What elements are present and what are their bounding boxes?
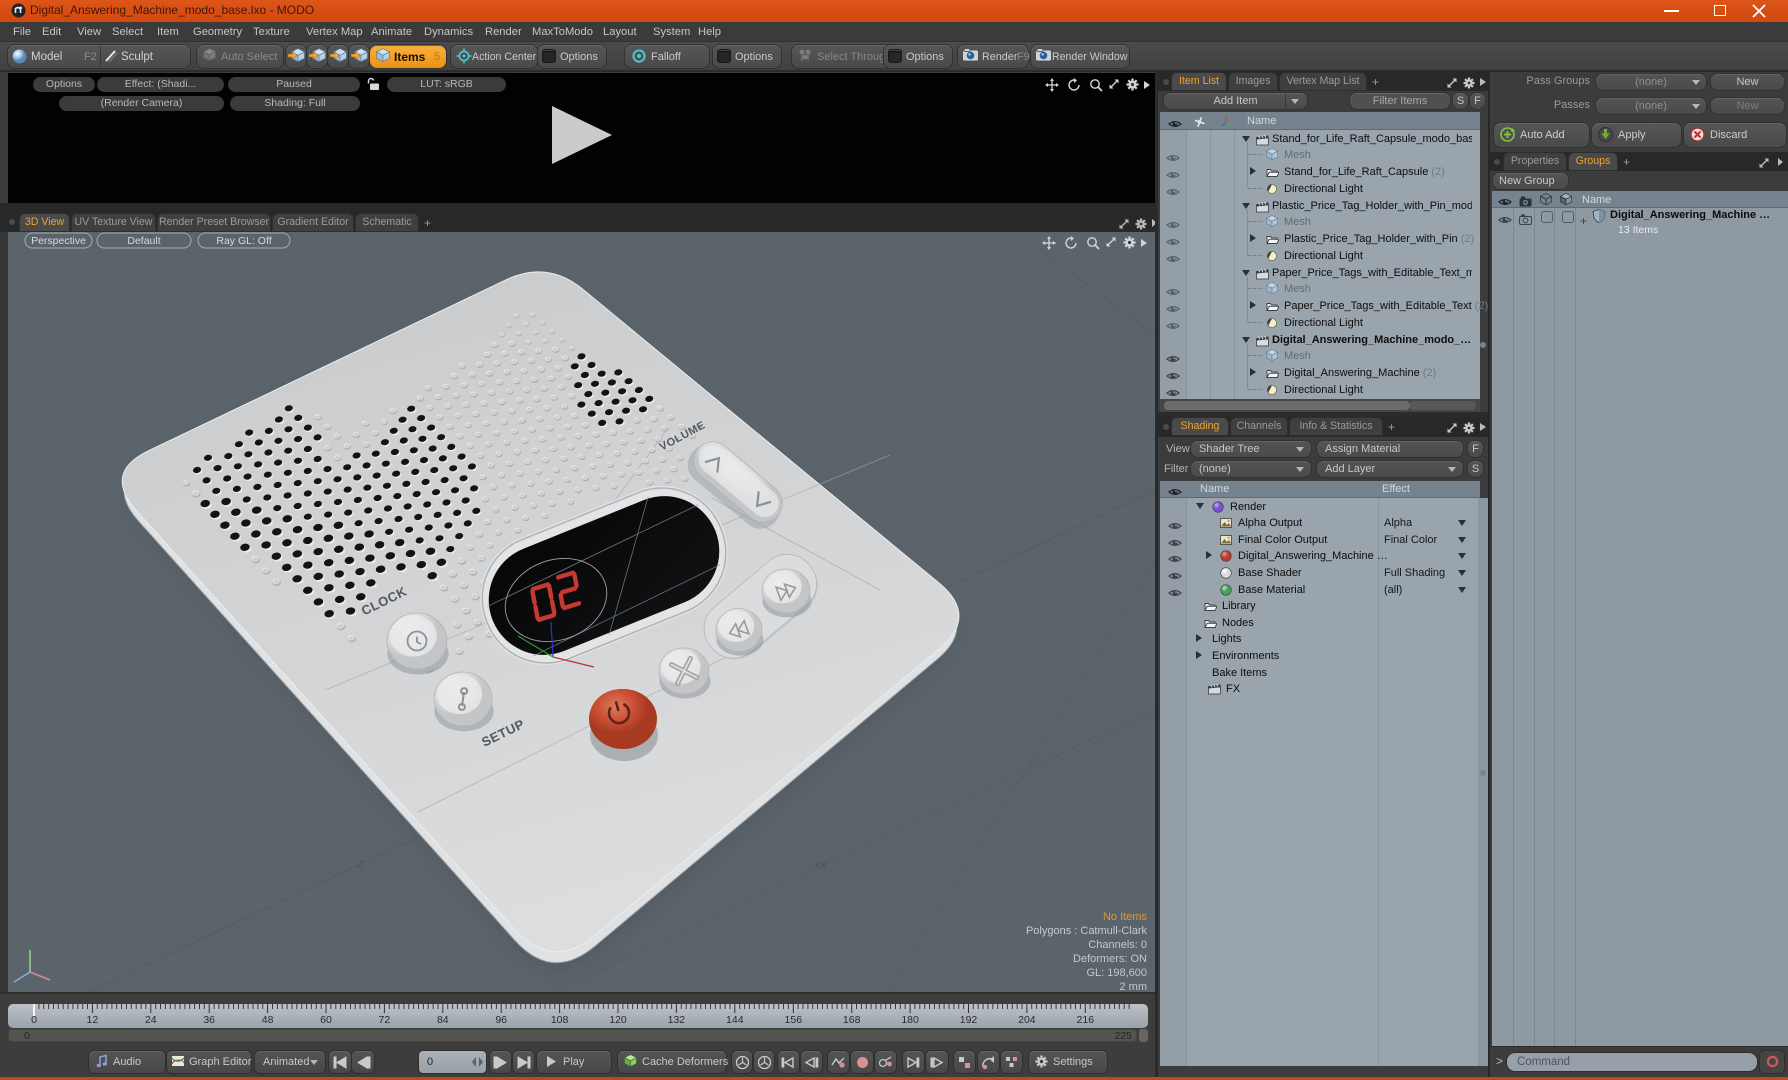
svg-text:Default: Default	[127, 235, 160, 247]
svg-text:2 mm: 2 mm	[1120, 981, 1148, 992]
svg-text:72: 72	[379, 1014, 391, 1026]
svg-text:GL: 198,600: GL: 198,600	[1086, 967, 1147, 979]
svg-text:96: 96	[495, 1014, 507, 1026]
svg-text:132: 132	[668, 1014, 686, 1026]
svg-text:84: 84	[437, 1014, 449, 1026]
svg-text:24: 24	[145, 1014, 157, 1026]
svg-text:48: 48	[262, 1014, 274, 1026]
svg-text:Deformers: ON: Deformers: ON	[1073, 953, 1147, 965]
svg-text:120: 120	[609, 1014, 627, 1026]
svg-text:Ray GL: Off: Ray GL: Off	[216, 235, 271, 247]
svg-text:168: 168	[843, 1014, 861, 1026]
svg-text:Channels: 0: Channels: 0	[1088, 939, 1147, 951]
svg-text:No Items: No Items	[1103, 911, 1148, 923]
svg-text:204: 204	[1018, 1014, 1036, 1026]
svg-text:Perspective: Perspective	[31, 235, 86, 247]
svg-text:-Z: -Z	[354, 860, 363, 871]
svg-text:144: 144	[726, 1014, 744, 1026]
svg-text:156: 156	[785, 1014, 803, 1026]
svg-text:36: 36	[203, 1014, 215, 1026]
svg-text:Polygons : Catmull-Clark: Polygons : Catmull-Clark	[1026, 925, 1148, 937]
svg-text:+X: +X	[814, 860, 827, 871]
svg-text:12: 12	[87, 1014, 99, 1026]
svg-text:180: 180	[901, 1014, 919, 1026]
svg-text:108: 108	[551, 1014, 569, 1026]
svg-text:216: 216	[1077, 1014, 1095, 1026]
svg-text:192: 192	[960, 1014, 978, 1026]
svg-text:60: 60	[320, 1014, 332, 1026]
